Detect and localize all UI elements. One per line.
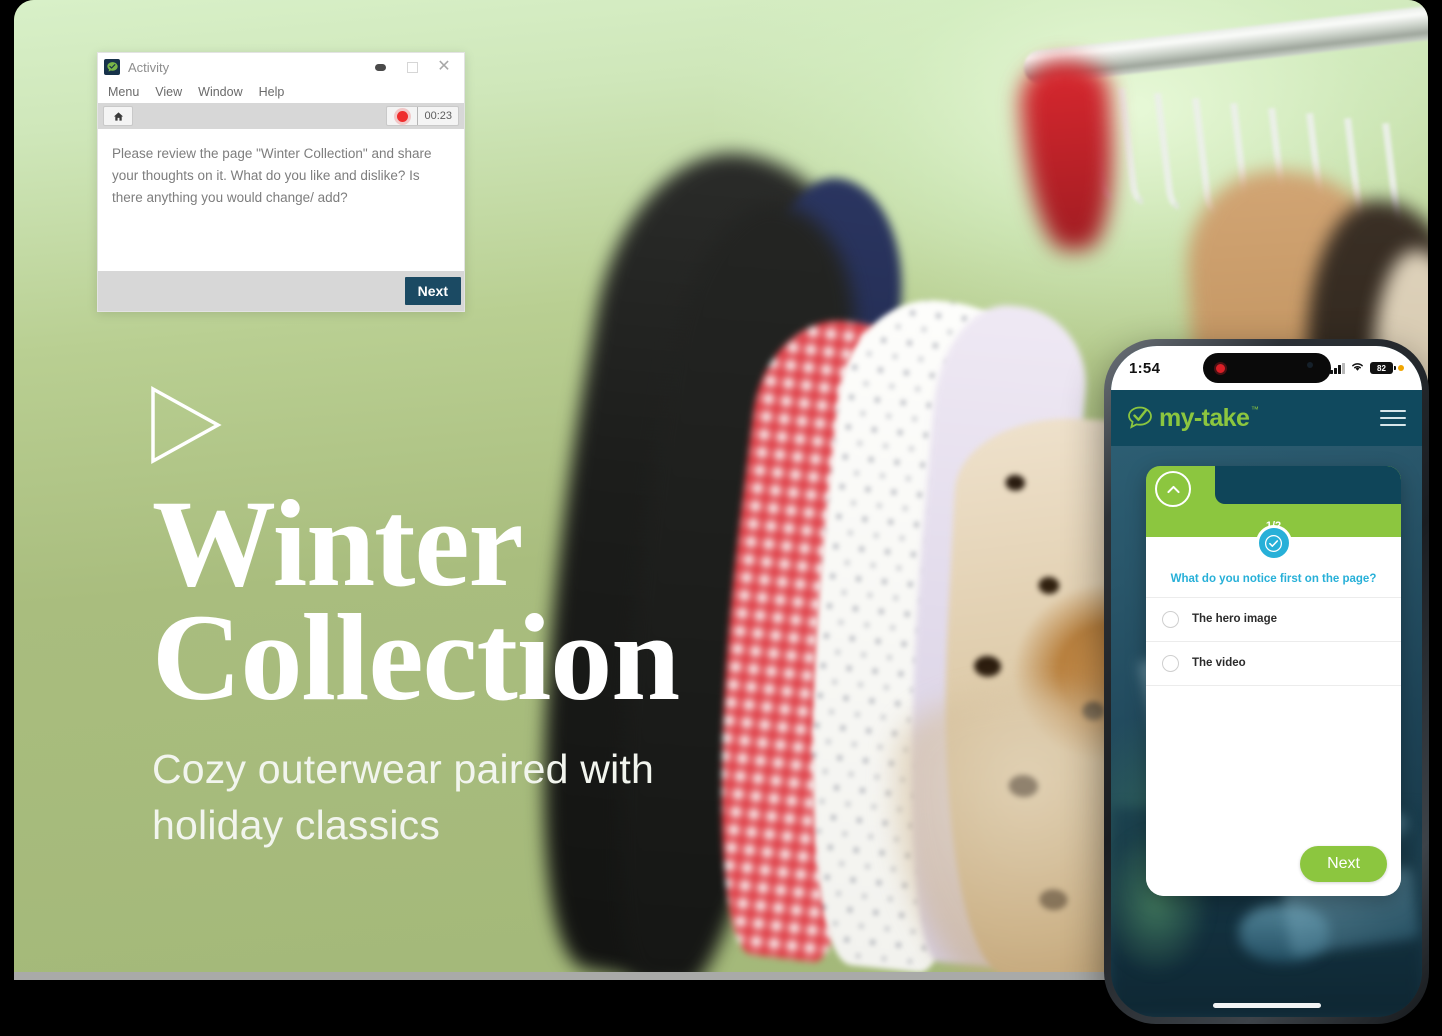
activity-menubar: Menu View Window Help: [98, 81, 464, 103]
radio-unselected-icon[interactable]: [1162, 610, 1179, 628]
app-logo-label: my-take: [1159, 403, 1250, 432]
activity-window: Activity ✕ Menu View Window Help 00:23 P…: [97, 52, 465, 312]
menu-item-view[interactable]: View: [155, 85, 182, 99]
record-dot-icon[interactable]: [387, 107, 417, 125]
app-logo[interactable]: my-take ™: [1127, 403, 1259, 433]
close-icon[interactable]: ✕: [428, 56, 460, 78]
hamburger-menu-icon[interactable]: [1380, 410, 1406, 426]
status-indicators: 82: [1330, 359, 1404, 377]
app-logo-text: my-take ™: [1159, 403, 1259, 433]
home-icon: [113, 111, 123, 121]
recording-status-group: 00:23: [386, 106, 459, 126]
chevron-up-icon[interactable]: [1155, 471, 1191, 507]
play-triangle-icon[interactable]: [150, 386, 222, 469]
activity-footer: Next: [98, 271, 464, 311]
wifi-icon: [1350, 359, 1365, 377]
menu-item-help[interactable]: Help: [259, 85, 285, 99]
survey-card-header: [1146, 466, 1401, 520]
answer-label: The video: [1192, 657, 1246, 670]
checkmark-speech-bubble-icon: [1127, 406, 1153, 430]
phone-status-bar: 1:54 82: [1111, 346, 1422, 390]
activity-body: Please review the page "Winter Collectio…: [98, 129, 464, 271]
activity-window-titlebar: Activity ✕: [98, 53, 464, 81]
mytake-logo-icon: [104, 59, 120, 75]
answers-empty-space: [1146, 684, 1401, 846]
survey-question: What do you notice first on the page?: [1170, 573, 1377, 585]
battery-indicator: 82: [1370, 362, 1396, 374]
survey-card-tab: [1215, 466, 1401, 504]
page-title: Winter Collection: [152, 482, 912, 720]
survey-card: 1/2 What do you notice first on the page…: [1146, 466, 1401, 896]
trademark-symbol: ™: [1250, 404, 1259, 414]
screenshot-canvas: Winter Collection Cozy outerwear paired …: [0, 0, 1442, 1036]
minimize-icon[interactable]: [364, 56, 396, 78]
status-time: 1:54: [1129, 359, 1161, 377]
cellular-signal-icon: [1330, 362, 1345, 374]
survey-card-body: What do you notice first on the page? Th…: [1146, 525, 1401, 896]
answer-label: The hero image: [1192, 613, 1277, 626]
check-circle-icon: [1255, 525, 1292, 561]
activity-toolbar: 00:23: [98, 103, 464, 129]
page-subtitle: Cozy outerwear paired with holiday class…: [152, 746, 654, 848]
survey-card-footer: Next: [1146, 846, 1401, 896]
record-dot-icon: [1213, 361, 1227, 375]
maximize-icon[interactable]: [396, 56, 428, 78]
answer-option-video[interactable]: The video: [1146, 640, 1401, 685]
page-title-line-2: Collection: [152, 589, 680, 727]
home-button[interactable]: [103, 106, 133, 126]
phone-screen: 1:54 82 my-take ™ What do you notice fir…: [1111, 346, 1422, 1017]
answer-option-hero-image[interactable]: The hero image: [1146, 596, 1401, 641]
app-header: my-take ™: [1111, 390, 1422, 446]
menu-item-menu[interactable]: Menu: [108, 85, 139, 99]
next-button[interactable]: Next: [404, 277, 461, 305]
phone-mockup: 1:54 82 my-take ™ What do you notice fir…: [1104, 339, 1429, 1024]
orange-status-dot-icon: [1398, 365, 1404, 371]
recording-timer: 00:23: [417, 107, 458, 125]
dynamic-island: [1202, 353, 1331, 383]
menu-item-window[interactable]: Window: [198, 85, 242, 99]
next-button[interactable]: Next: [1300, 846, 1387, 882]
activity-window-title: Activity: [128, 59, 170, 75]
front-camera-icon: [1306, 362, 1313, 368]
radio-unselected-icon[interactable]: [1162, 654, 1179, 672]
activity-prompt-text: Please review the page "Winter Collectio…: [112, 146, 432, 205]
home-indicator[interactable]: [1212, 1003, 1321, 1008]
